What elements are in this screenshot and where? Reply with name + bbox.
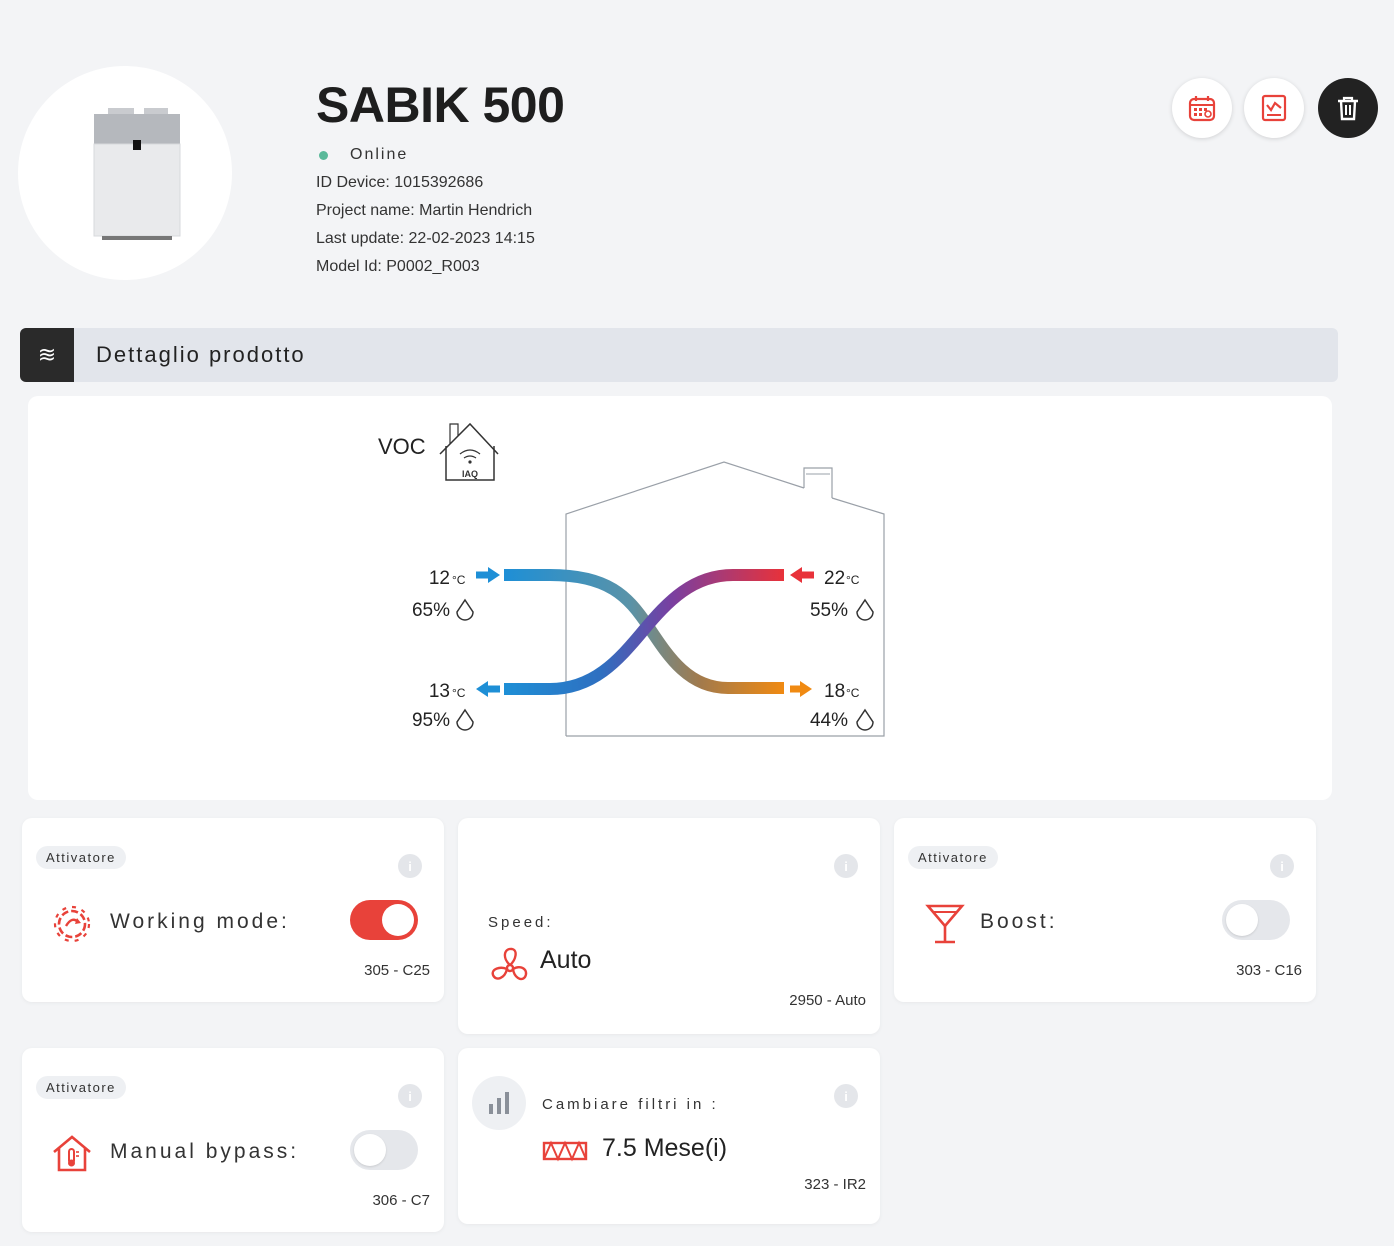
gear-icon (53, 905, 91, 943)
airflow-diagram: VOC IAQ 12 °C 65% 13 °C 95% 22 °C 55% 18… (378, 422, 885, 737)
status-label: Online (350, 146, 409, 163)
working-mode-card: Attivatore i Working mode: 305 - C25 (22, 818, 444, 1002)
speed-code: 2950 - Auto (789, 992, 866, 1009)
device-image (93, 108, 181, 240)
waves-icon: ≋ (20, 328, 74, 382)
boost-label: Boost: (980, 910, 1058, 933)
info-icon[interactable]: i (834, 854, 858, 878)
humidity-drop-icon (456, 708, 474, 731)
info-icon[interactable]: i (398, 854, 422, 878)
svg-text:12: 12 (429, 568, 450, 589)
outdoor-out-temp: 13 (429, 681, 450, 702)
filters-value: 7.5 Mese(i) (602, 1134, 728, 1162)
outdoor-in-temp: 12 (429, 568, 450, 589)
indoor-extract-temp: 22 (824, 568, 845, 589)
status-dot-icon (319, 150, 328, 160)
indoor-extract-arrow-icon (790, 567, 814, 583)
indoor-supply-arrow-icon (790, 681, 812, 697)
working-mode-code: 305 - C25 (364, 962, 430, 979)
bar-chart-icon (472, 1076, 526, 1130)
last-update: Last update: 22-02-2023 14:15 (316, 230, 535, 247)
activator-chip: Attivatore (36, 846, 126, 869)
working-mode-toggle[interactable] (350, 900, 418, 940)
device-id: ID Device: 1015392686 (316, 174, 484, 191)
outdoor-in-unit: °C (452, 573, 466, 587)
info-icon[interactable]: i (834, 1084, 858, 1108)
project-name: Project name: Martin Hendrich (316, 202, 533, 219)
voc-label: VOC (378, 434, 426, 459)
filters-label: Cambiare filtri in : (542, 1096, 719, 1113)
indoor-supply-humidity: 44% (810, 710, 848, 731)
outdoor-in-humidity: 65% (412, 600, 450, 621)
boost-toggle[interactable] (1222, 900, 1290, 940)
device-title: SABIK 500 (316, 77, 565, 133)
report-button[interactable] (1244, 78, 1304, 138)
iaq-label: IAQ (462, 469, 478, 479)
manual-bypass-toggle[interactable] (350, 1130, 418, 1170)
house-thermometer-icon (53, 1135, 91, 1172)
calendar-icon (1188, 96, 1216, 122)
activator-chip: Attivatore (36, 1076, 126, 1099)
cocktail-icon (925, 904, 965, 944)
manual-bypass-card: Attivatore i Manual bypass: 306 - C7 (22, 1048, 444, 1232)
working-mode-label: Working mode: (110, 910, 290, 933)
indoor-extract-unit: °C (846, 573, 860, 587)
boost-code: 303 - C16 (1236, 962, 1302, 979)
humidity-drop-icon (856, 598, 874, 621)
boost-card: Attivatore i Boost: 303 - C16 (894, 818, 1316, 1002)
info-icon[interactable]: i (1270, 854, 1294, 878)
filters-card: i Cambiare filtri in : 7.5 Mese(i) 323 -… (458, 1048, 880, 1224)
indoor-supply-temp: 18 (824, 681, 845, 702)
chart-report-icon (1261, 94, 1287, 122)
outdoor-out-unit: °C (452, 686, 466, 700)
humidity-drop-icon (856, 708, 874, 731)
outdoor-out-arrow-icon (476, 681, 500, 697)
model-id: Model Id: P0002_R003 (316, 258, 480, 275)
iaq-sensor-icon: IAQ (439, 422, 499, 481)
section-title: Dettaglio prodotto (96, 342, 306, 367)
activator-chip: Attivatore (908, 846, 998, 869)
indoor-supply-unit: °C (846, 686, 860, 700)
manual-bypass-label: Manual bypass: (110, 1140, 300, 1163)
exhaust-air-flow (504, 569, 784, 695)
outdoor-in-arrow-icon (476, 567, 500, 583)
speed-card: i Speed: Auto 2950 - Auto (458, 818, 880, 1034)
fan-icon (491, 947, 528, 981)
manual-bypass-code: 306 - C7 (372, 1192, 430, 1209)
outdoor-out-humidity: 95% (412, 710, 450, 731)
filters-code: 323 - IR2 (804, 1176, 866, 1193)
online-status: Online (316, 146, 408, 164)
indoor-extract-humidity: 55% (810, 600, 848, 621)
trash-icon (1338, 96, 1358, 121)
info-icon[interactable]: i (398, 1084, 422, 1108)
airflow-diagram-card: VOC IAQ 12 °C 65% 13 °C 95% 22 °C 55% 18… (28, 396, 1332, 800)
speed-label: Speed: (488, 914, 554, 931)
humidity-drop-icon (456, 598, 474, 621)
speed-value: Auto (540, 946, 592, 974)
filter-icon (542, 1140, 588, 1162)
calendar-button[interactable] (1172, 78, 1232, 138)
delete-button[interactable] (1318, 78, 1378, 138)
